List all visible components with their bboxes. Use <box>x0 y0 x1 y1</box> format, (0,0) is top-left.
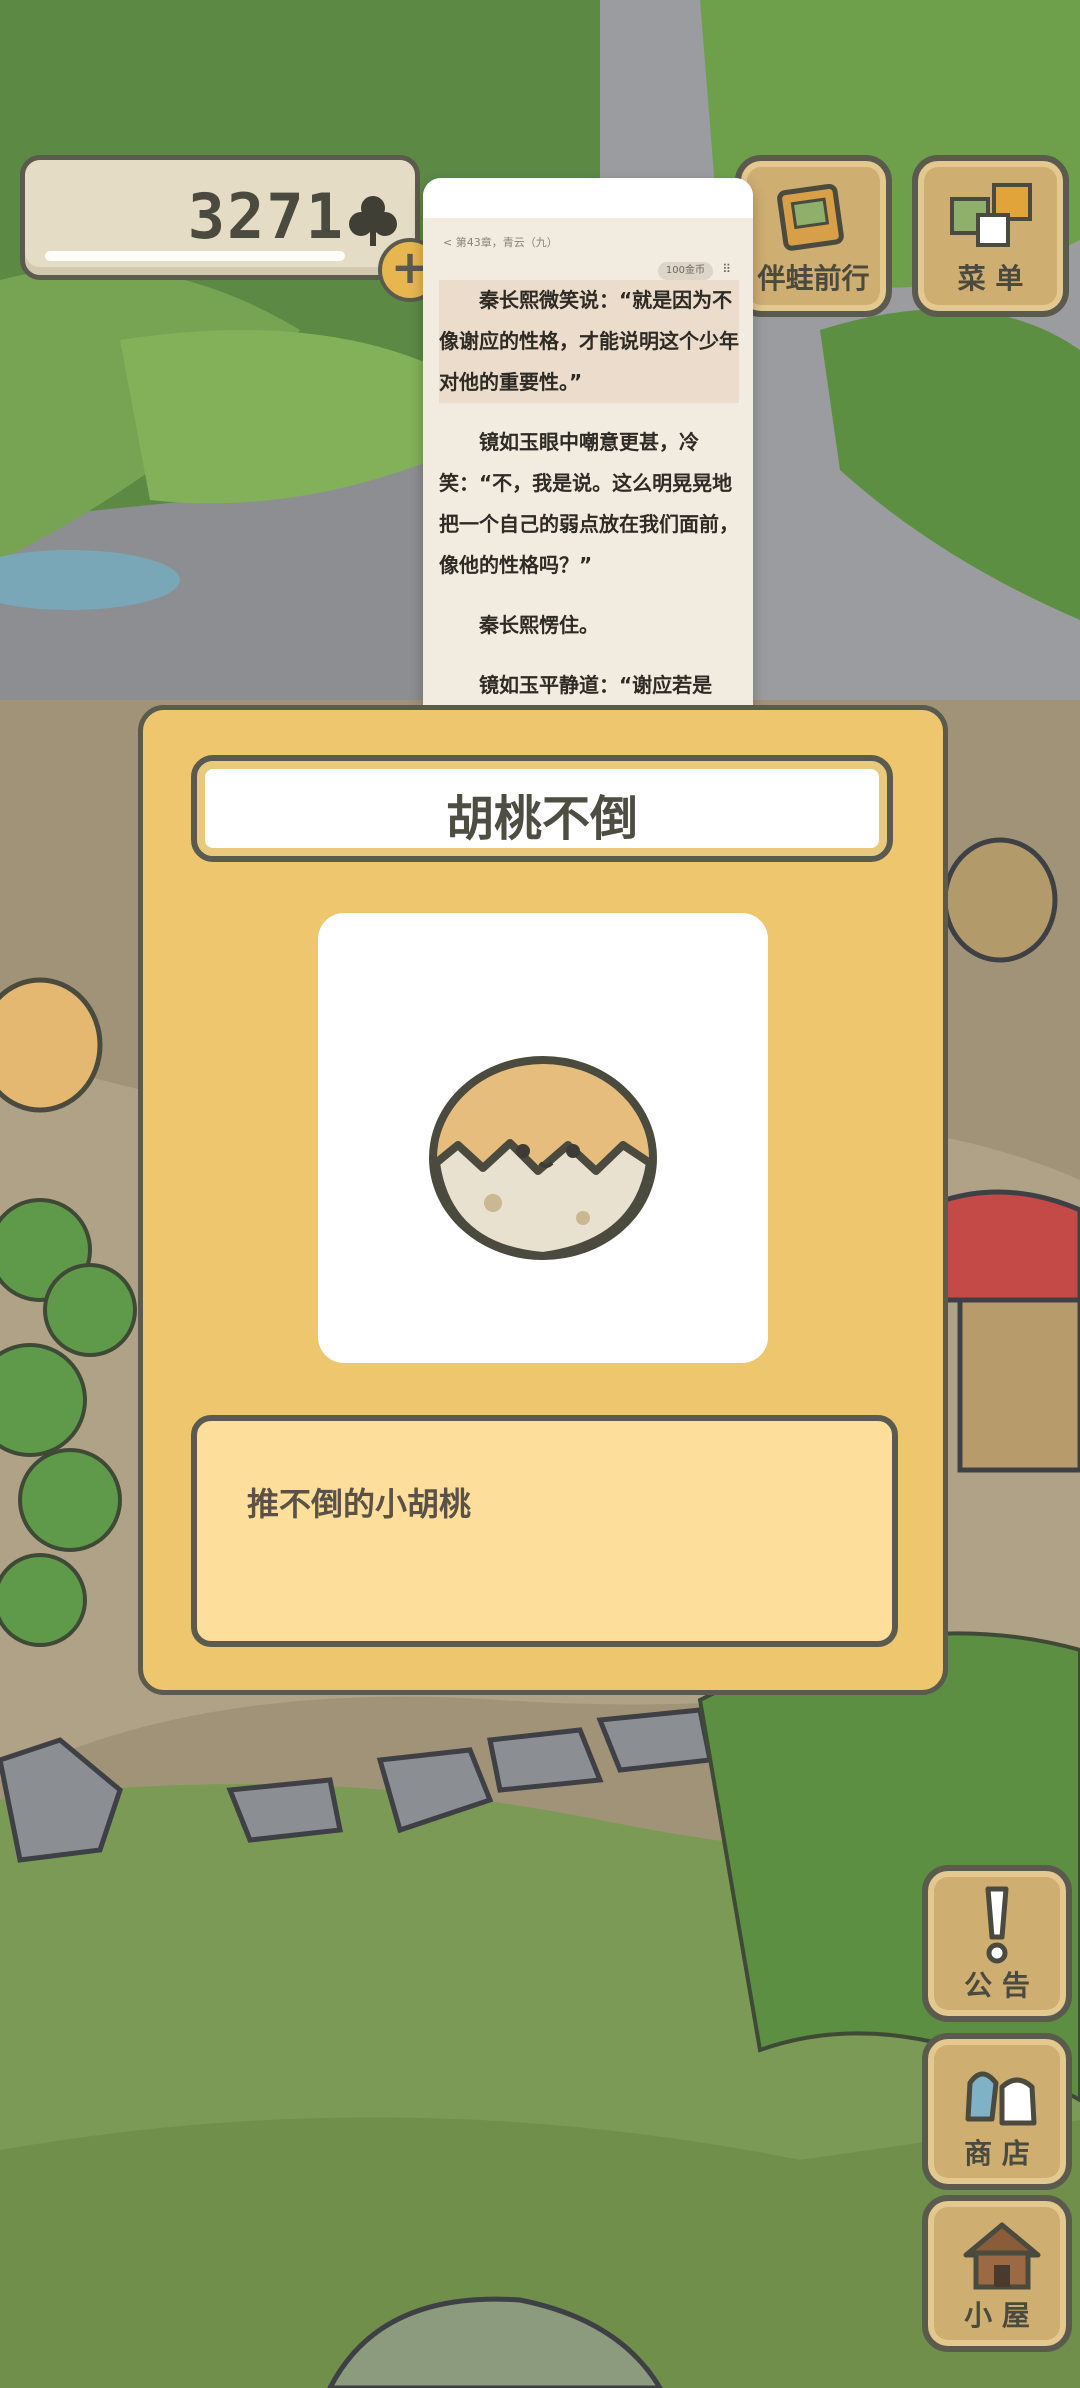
clover-count: 3271 <box>187 180 345 253</box>
menu-button[interactable]: 菜 单 <box>912 155 1069 317</box>
progress-bar <box>45 251 345 261</box>
menu-icon <box>950 183 1032 247</box>
clover-counter: 3271 <box>20 155 420 280</box>
reader-coin-badge[interactable]: 100金币 <box>657 262 713 280</box>
item-description: 推不倒的小胡桃 <box>247 1485 472 1523</box>
shop-bag-icon <box>965 2071 1037 2126</box>
reader-chapter[interactable]: < 第43章，青云（九） <box>443 234 558 250</box>
reader-text: 秦长熙微笑说：“就是因为不像谢应的性格，才能说明这个少年对他的重要性。” 镜如玉… <box>439 280 739 725</box>
item-title: 胡桃不倒 <box>445 791 638 847</box>
shop-button[interactable]: 商 店 <box>922 2033 1072 2190</box>
reader-paragraph: 秦长熙愣住。 <box>479 613 599 637</box>
item-description-box: 推不倒的小胡桃 <box>191 1415 898 1647</box>
companion-button[interactable]: 伴蛙前行 <box>735 155 892 317</box>
house-label: 小 屋 <box>964 2299 1030 2332</box>
reader-paragraph: 镜如玉平静道：“谢应若是 <box>479 673 713 697</box>
more-icon[interactable]: ⠿ <box>722 262 731 276</box>
reader-topbar <box>423 178 753 218</box>
reader-paragraph: 秦长熙微笑说：“就是因为不像谢应的性格，才能说明这个少年对他的重要性。” <box>439 280 739 403</box>
notice-button[interactable]: 公 告 <box>922 1865 1072 2022</box>
reader-overlay[interactable]: < 第43章，青云（九） 100金币 ⠿ 秦长熙微笑说：“就是因为不像谢应的性格… <box>423 178 753 726</box>
book-icon <box>777 183 844 251</box>
notice-label: 公 告 <box>964 1969 1030 2002</box>
shop-label: 商 店 <box>964 2137 1030 2170</box>
item-title-box: 胡桃不倒 <box>191 755 893 862</box>
walnut-icon <box>429 1056 657 1260</box>
house-button[interactable]: 小 屋 <box>922 2195 1072 2352</box>
exclamation-icon <box>985 1886 1009 1964</box>
menu-label: 菜 单 <box>957 262 1024 295</box>
reader-paragraph: 镜如玉眼中嘲意更甚，冷笑：“不，我是说。这么明晃晃地把一个自己的弱点放在我们面前… <box>439 430 739 577</box>
companion-label: 伴蛙前行 <box>757 262 870 295</box>
house-icon <box>963 2222 1041 2290</box>
item-image-box <box>318 913 768 1363</box>
item-card: 胡桃不倒 推不倒的小胡桃 <box>138 705 948 1695</box>
